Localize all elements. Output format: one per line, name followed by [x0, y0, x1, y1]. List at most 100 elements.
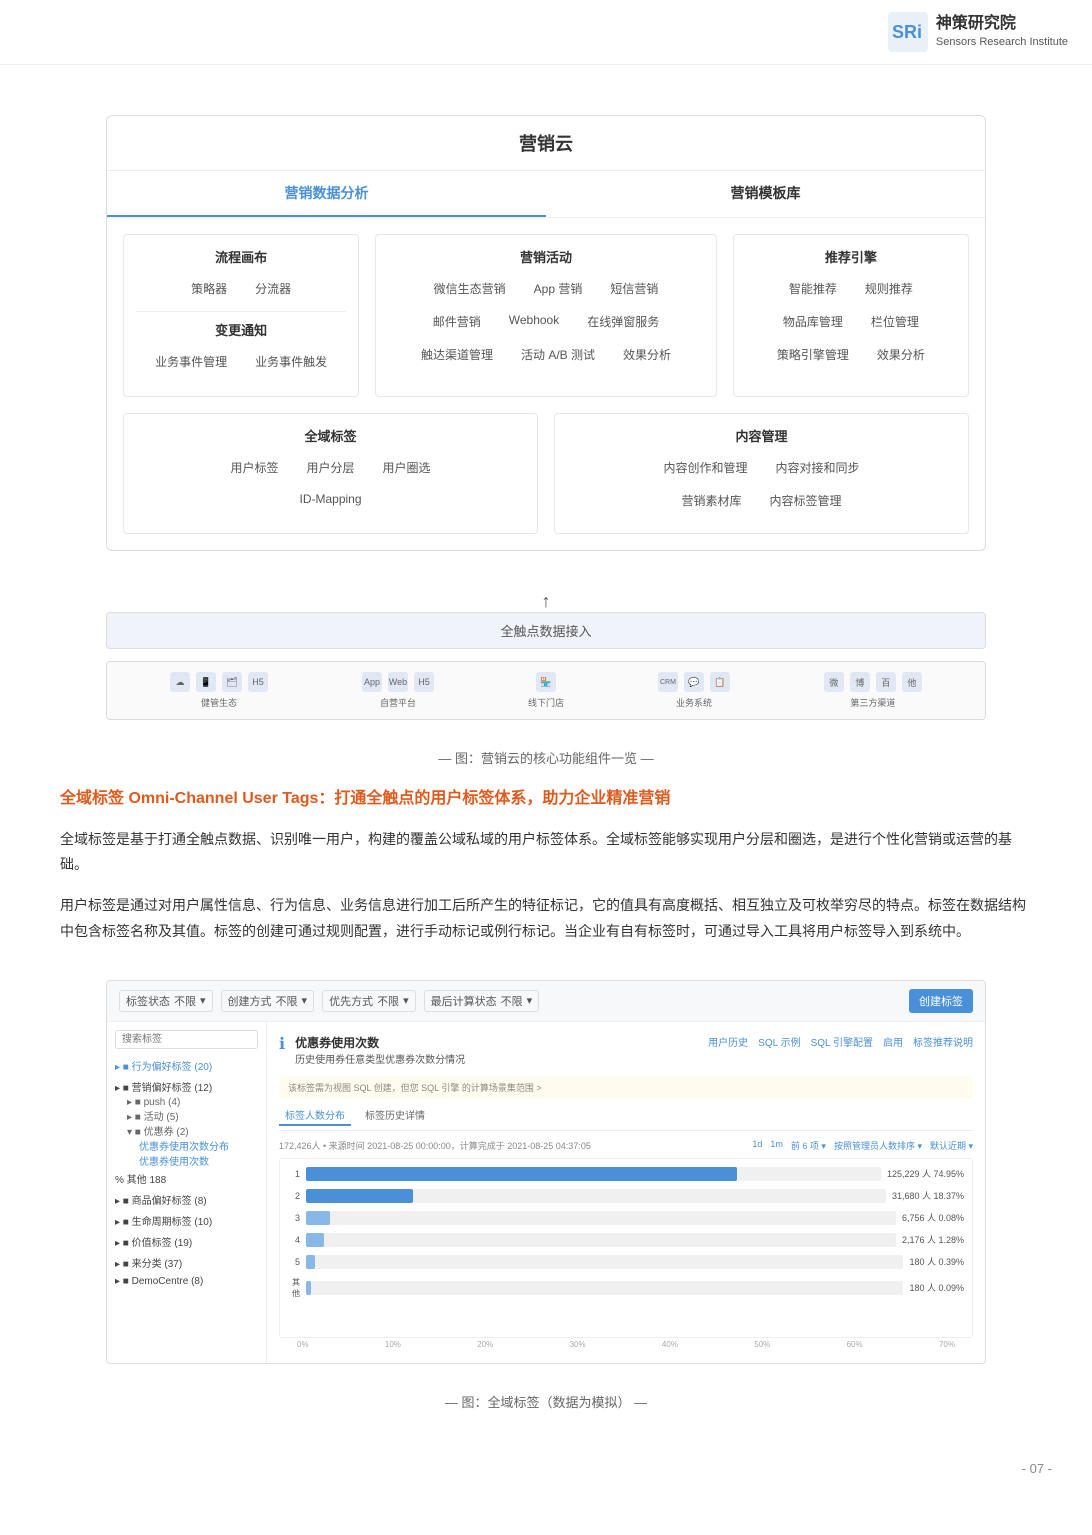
mc-recommend-row-3: 策略引擎管理 效果分析 [746, 342, 956, 367]
sidebar-item-goods-pref[interactable]: ▸ ■ 商品偏好标签 (8) [115, 1189, 258, 1210]
mc-content-mgmt-title: 内容管理 [567, 426, 956, 445]
mc-item-effect[interactable]: 效果分析 [615, 342, 679, 367]
tab-template-library[interactable]: 营销模板库 [546, 171, 985, 217]
mc-item-channel[interactable]: 触达渠道管理 [413, 342, 501, 367]
tp-group-offline: 🏪 线下门店 [528, 672, 564, 709]
op-enable[interactable]: 启用 [883, 1034, 903, 1049]
bar-val-5: 180 人 0.39% [909, 1255, 964, 1268]
ctrl-1d[interactable]: 1d [752, 1139, 762, 1152]
filter-label-status: 标签状态 [126, 993, 170, 1009]
op-sql-engine[interactable]: SQL 引擎配置 [811, 1034, 873, 1049]
bar-fill-5 [306, 1255, 315, 1269]
tab-tag-history[interactable]: 标签历史详情 [359, 1105, 431, 1126]
sidebar-item-marketing-pref[interactable]: ▸ ■ 营销偏好标签 (12) [115, 1076, 258, 1097]
mc-item-content-tag[interactable]: 内容标签管理 [762, 488, 850, 513]
ctrl-default[interactable]: 默认近期 ▾ [930, 1139, 973, 1152]
mc-item-webhook[interactable]: Webhook [501, 309, 567, 334]
tp-group-third: 微 博 百 他 第三方渠道 [824, 672, 922, 709]
sidebar-item-lifecycle[interactable]: ▸ ■ 生命周期标签 (10) [115, 1210, 258, 1231]
mc-item-sms[interactable]: 短信营销 [602, 276, 666, 301]
bar-fill-other [306, 1281, 311, 1295]
filter-create-method[interactable]: 创建方式 不限 ▾ [221, 990, 315, 1012]
op-user-history[interactable]: 用户历史 [708, 1034, 748, 1049]
mc-item-splitter[interactable]: 分流器 [247, 276, 299, 301]
bar-track-4 [306, 1233, 896, 1247]
mc-item-user-tag[interactable]: 用户标签 [222, 455, 286, 480]
tp-icon-row-biz: CRM 💬 📋 [658, 672, 730, 692]
filter-label-priority: 优先方式 [329, 993, 373, 1009]
tag-search-input[interactable] [115, 1030, 258, 1049]
mc-item-content-sync[interactable]: 内容对接和同步 [768, 455, 868, 480]
ctrl-top6[interactable]: 前 6 项 ▾ [791, 1139, 826, 1152]
tp-group-self: App Web H5 自营平台 [362, 672, 434, 709]
tp-icon-weibo: 博 [850, 672, 870, 692]
mc-item-smart-recommend[interactable]: 智能推荐 [781, 276, 845, 301]
mc-item-popup[interactable]: 在线弹窗服务 [579, 309, 667, 334]
mc-tags-row-2: ID-Mapping [136, 488, 525, 510]
sidebar-sub-coupon-dist[interactable]: 优惠券使用次数分布 [115, 1138, 258, 1153]
tag-info-text-block: 优惠券使用次数 历史使用券任意类型优惠券次数分情况 [295, 1034, 465, 1066]
create-tag-button[interactable]: 创建标签 [909, 989, 973, 1013]
filter-label-create: 创建方式 [228, 993, 272, 1009]
sidebar-item-other[interactable]: % 其他 188 [115, 1168, 258, 1189]
mc-item-biz-event-mgmt[interactable]: 业务事件管理 [147, 349, 235, 374]
tp-label-self: 自营平台 [380, 696, 416, 709]
mc-item-wechat[interactable]: 微信生态营销 [426, 276, 514, 301]
sidebar-sub-coupon[interactable]: ▾ ■ 优惠券 (2) [115, 1123, 258, 1138]
ctrl-sort[interactable]: 按照管理员人数排序 ▾ [834, 1139, 922, 1152]
sidebar-sub-activity[interactable]: ▸ ■ 活动 (5) [115, 1108, 258, 1123]
mc-item-biz-event-trigger[interactable]: 业务事件触发 [247, 349, 335, 374]
tp-icon-row-self: App Web H5 [362, 672, 434, 692]
tab-data-analysis[interactable]: 营销数据分析 [107, 171, 546, 217]
filter-priority[interactable]: 优先方式 不限 ▾ [322, 990, 416, 1012]
tab-tag-dist[interactable]: 标签人数分布 [279, 1105, 351, 1126]
bar-label-5: 5 [288, 1257, 300, 1267]
bar-row-5: 5 180 人 0.39% [288, 1255, 964, 1269]
bar-row-3: 3 6,756 人 0.08% [288, 1211, 964, 1225]
mc-item-slot-mgmt[interactable]: 栏位管理 [863, 309, 927, 334]
mc-item-rule-recommend[interactable]: 规则推荐 [857, 276, 921, 301]
logo-icon: SRi [888, 12, 928, 52]
filter-calc-status[interactable]: 最后计算状态 不限 ▾ [424, 990, 540, 1012]
sidebar-item-unclassified[interactable]: ▸ ■ 来分类 (37) [115, 1252, 258, 1273]
sidebar-item-value[interactable]: ▸ ■ 价值标签 (19) [115, 1231, 258, 1252]
mc-item-effect-analysis[interactable]: 效果分析 [869, 342, 933, 367]
tp-icon-service: 💬 [684, 672, 704, 692]
figure-caption-1: — 图：营销云的核心功能组件一览 — [438, 748, 653, 767]
mc-recommend-title: 推荐引擎 [746, 247, 956, 266]
sidebar-item-behavior-pref[interactable]: ▸ ■ 行为偏好标签 (20) [115, 1055, 258, 1076]
sidebar-sub-coupon-count[interactable]: 优惠券使用次数 [115, 1153, 258, 1168]
mc-recommend-row-1: 智能推荐 规则推荐 [746, 276, 956, 301]
tp-icon-order: 📋 [710, 672, 730, 692]
touchpoint-arrow: ↑ [106, 591, 986, 612]
filter-tag-status[interactable]: 标签状态 不限 ▾ [119, 990, 213, 1012]
axis-20: 20% [477, 1340, 493, 1349]
tp-icon-web: Web [388, 672, 408, 692]
axis-0: 0% [297, 1340, 309, 1349]
bar-label-3: 3 [288, 1213, 300, 1223]
bar-fill-1 [306, 1167, 737, 1181]
para-1: 全域标签是基于打通全触点数据、识别唯一用户，构建的覆盖公域私域的用户标签体系。全… [60, 827, 1032, 877]
mc-item-policy[interactable]: 策略器 [183, 276, 235, 301]
op-sql-example[interactable]: SQL 示例 [758, 1034, 800, 1049]
op-tag-recommend[interactable]: 标签推荐说明 [913, 1034, 973, 1049]
sidebar-sub-push[interactable]: ▸ ■ push (4) [115, 1097, 258, 1108]
mc-item-email[interactable]: 邮件营销 [425, 309, 489, 334]
mc-item-user-layer[interactable]: 用户分层 [298, 455, 362, 480]
mc-item-id-mapping[interactable]: ID-Mapping [291, 488, 369, 510]
figure-caption-2: — 图：全域标签（数据为模拟） — [445, 1392, 647, 1411]
mc-item-content-material[interactable]: 营销素材库 [673, 488, 749, 513]
bar-row-1: 1 125,229 人 74.95% [288, 1167, 964, 1181]
tag-content: ℹ 优惠券使用次数 历史使用券任意类型优惠券次数分情况 用户历史 SQL 示例 … [267, 1022, 985, 1363]
axis-labels: 0% 10% 20% 30% 40% 50% 60% 70% [279, 1338, 973, 1351]
mc-item-ab[interactable]: 活动 A/B 测试 [513, 342, 603, 367]
mc-item-user-circle[interactable]: 用户圈选 [375, 455, 439, 480]
sidebar-item-democentre[interactable]: ▸ ■ DemoCentre (8) [115, 1273, 258, 1290]
mc-item-app[interactable]: App 营销 [526, 276, 591, 301]
bar-val-4: 2,176 人 1.28% [902, 1233, 964, 1246]
tp-icon-mini: 📱 [196, 672, 216, 692]
mc-item-item-mgmt[interactable]: 物品库管理 [775, 309, 851, 334]
mc-item-content-create[interactable]: 内容创作和管理 [655, 455, 755, 480]
ctrl-1m[interactable]: 1m [770, 1139, 783, 1152]
mc-item-strategy-mgmt[interactable]: 策略引擎管理 [769, 342, 857, 367]
